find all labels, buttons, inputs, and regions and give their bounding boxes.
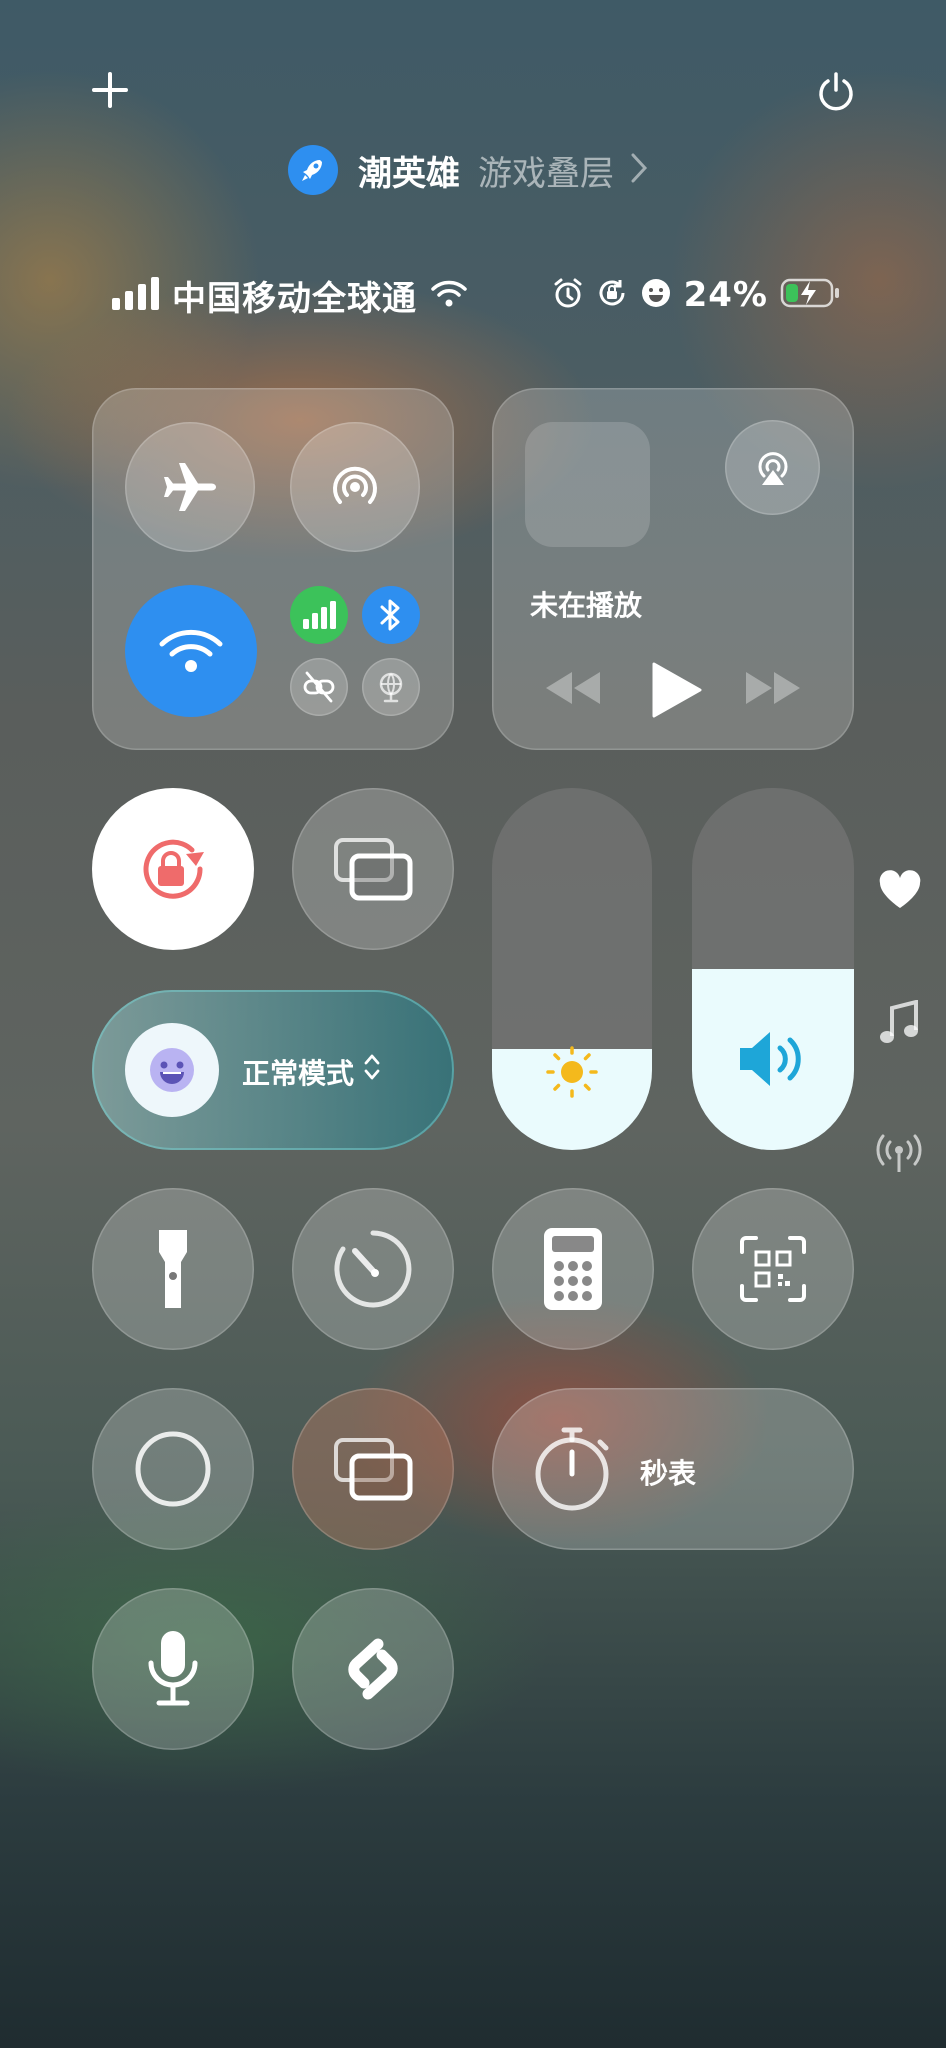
- game-app-icon: [288, 145, 338, 195]
- timer-icon: [331, 1227, 415, 1311]
- screen-record-toggle[interactable]: [92, 1388, 254, 1550]
- voice-recorder-toggle[interactable]: [92, 1588, 254, 1750]
- link-toggle[interactable]: [290, 658, 348, 716]
- screen-mirror-icon: [332, 836, 414, 902]
- chevron-up-down-icon: [362, 1050, 382, 1088]
- calculator-toggle[interactable]: [492, 1188, 654, 1350]
- qr-code-icon: [738, 1234, 808, 1304]
- status-bar: 中国移动全球通 24%: [110, 270, 840, 320]
- calculator-icon: [542, 1226, 604, 1312]
- smiley-icon: [125, 1023, 219, 1117]
- play-button[interactable]: [650, 662, 702, 718]
- qr-scanner-toggle[interactable]: [692, 1188, 854, 1350]
- wifi-status-icon: [431, 278, 467, 312]
- shazam-icon: [334, 1630, 412, 1708]
- bluetooth-toggle[interactable]: [362, 586, 420, 644]
- stopwatch-label: 秒表: [640, 1457, 697, 1490]
- unlink-icon: [301, 669, 337, 705]
- album-art: [525, 422, 650, 547]
- globe-icon: [374, 670, 408, 704]
- network-globe-toggle[interactable]: [362, 658, 420, 716]
- microphone-icon: [145, 1629, 201, 1709]
- screen-mirroring-toggle[interactable]: [292, 788, 454, 950]
- chevron-right-icon: [630, 152, 648, 188]
- game-app-name: 潮英雄: [358, 153, 460, 194]
- wifi-toggle[interactable]: [125, 585, 257, 717]
- brightness-slider[interactable]: [492, 788, 652, 1150]
- smiley-mode-status-icon: [640, 277, 672, 313]
- cellular-signal-icon: [301, 601, 337, 629]
- bluetooth-icon: [379, 598, 403, 632]
- next-track-button[interactable]: [744, 670, 802, 706]
- broadcast-icon[interactable]: [876, 1134, 922, 1174]
- overlay-label: 游戏叠层: [478, 153, 614, 194]
- music-recognition-toggle[interactable]: [292, 1588, 454, 1750]
- airplay-button[interactable]: [725, 420, 820, 515]
- mode-label: 正常模式: [242, 1057, 355, 1090]
- fast-forward-icon: [744, 670, 802, 706]
- music-note-icon[interactable]: [878, 1000, 920, 1046]
- add-icon[interactable]: [90, 70, 130, 110]
- heart-icon[interactable]: [878, 870, 922, 910]
- previous-track-button[interactable]: [544, 670, 602, 706]
- rewind-icon: [544, 670, 602, 706]
- game-overlay-entry[interactable]: 潮英雄 游戏叠层: [288, 145, 648, 195]
- speaker-icon: [736, 1028, 812, 1094]
- battery-charging-icon: [780, 277, 840, 313]
- play-icon: [650, 662, 702, 718]
- rotation-lock-icon: [128, 824, 218, 914]
- carrier-name: 中国移动全球通: [172, 278, 417, 319]
- signal-bars-icon: [110, 276, 162, 314]
- stopwatch-pill[interactable]: 秒表: [492, 1388, 854, 1550]
- alarm-icon: [552, 277, 584, 313]
- multi-window-icon: [332, 1436, 414, 1502]
- airplane-icon: [160, 457, 220, 517]
- hotspot-icon: [327, 459, 383, 515]
- media-status: 未在播放: [530, 589, 643, 622]
- timer-toggle[interactable]: [292, 1188, 454, 1350]
- wifi-icon: [158, 628, 224, 674]
- sun-icon: [544, 1044, 600, 1104]
- record-circle-icon: [133, 1429, 213, 1509]
- stopwatch-icon: [530, 1422, 616, 1518]
- rotation-lock-status-icon: [596, 277, 628, 313]
- flashlight-toggle[interactable]: [92, 1188, 254, 1350]
- power-icon[interactable]: [814, 70, 858, 114]
- airplane-mode-toggle[interactable]: [125, 422, 255, 552]
- volume-slider[interactable]: [692, 788, 854, 1150]
- battery-percent: 24%: [683, 275, 768, 315]
- airplay-icon: [751, 446, 795, 490]
- multi-window-toggle[interactable]: [292, 1388, 454, 1550]
- rotation-lock-toggle[interactable]: [92, 788, 254, 950]
- mode-pill[interactable]: 正常模式: [92, 990, 454, 1150]
- flashlight-icon: [153, 1226, 193, 1312]
- hotspot-toggle[interactable]: [290, 422, 420, 552]
- cellular-data-toggle[interactable]: [290, 586, 348, 644]
